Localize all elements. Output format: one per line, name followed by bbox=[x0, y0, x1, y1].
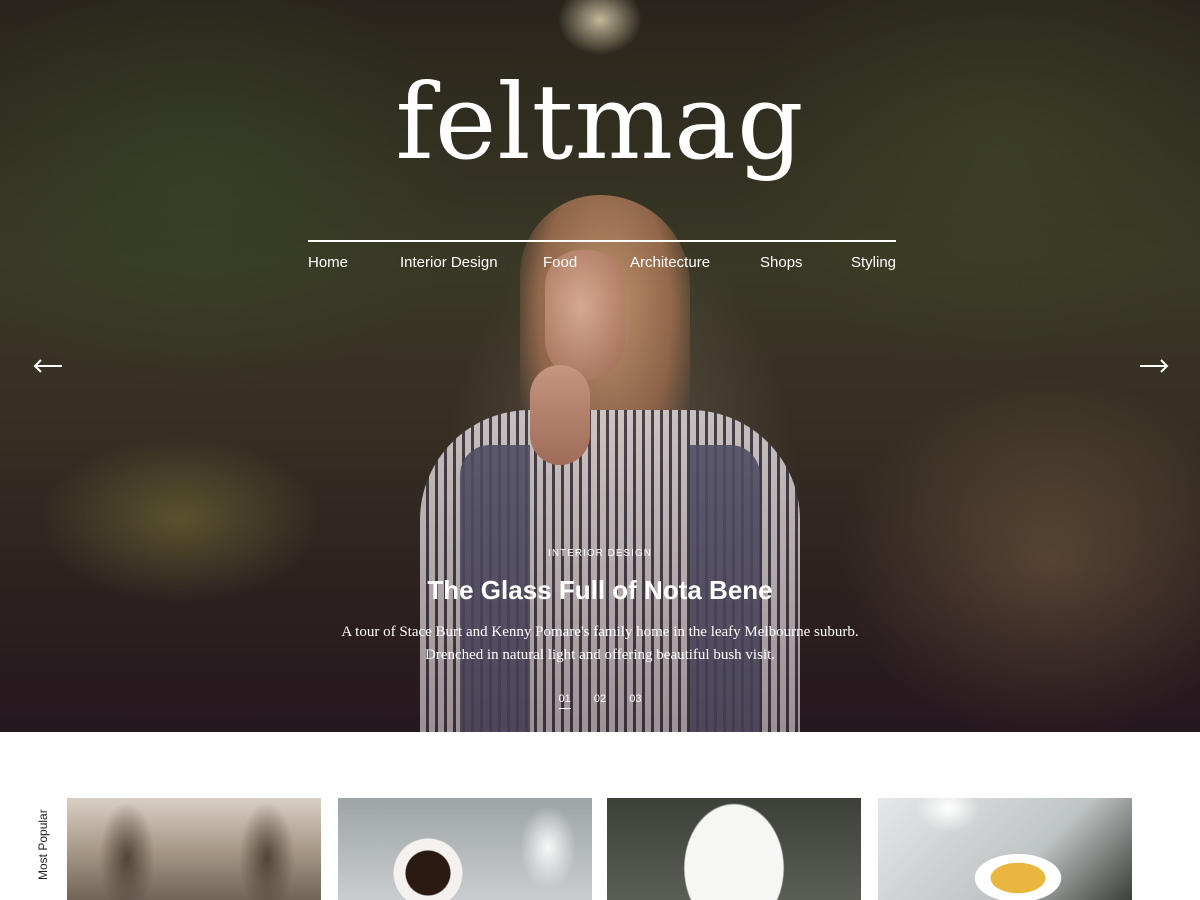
most-popular-label: Most Popular bbox=[36, 809, 50, 880]
slide-description: A tour of Stace Burt and Kenny Pomare's … bbox=[341, 624, 859, 663]
nav-item-architecture[interactable]: Architecture bbox=[630, 254, 710, 271]
hero-slider: feltmag Home Interior Design Food Archit… bbox=[0, 0, 1200, 732]
nav-item-food[interactable]: Food bbox=[543, 254, 577, 271]
site-logo[interactable]: feltmag bbox=[0, 70, 1200, 174]
nav-item-shops[interactable]: Shops bbox=[760, 254, 803, 271]
pager-item-1[interactable]: 01 bbox=[558, 693, 571, 709]
slider-prev-button[interactable] bbox=[32, 353, 64, 379]
pager-item-3[interactable]: 03 bbox=[629, 693, 641, 708]
nav-item-styling[interactable]: Styling bbox=[851, 254, 896, 271]
arrow-right-icon bbox=[1140, 359, 1169, 373]
slide-title[interactable]: The Glass Full of Nota Bene bbox=[0, 575, 1200, 606]
pager-item-2[interactable]: 02 bbox=[594, 693, 606, 708]
nav-item-interior-design[interactable]: Interior Design bbox=[400, 254, 498, 271]
slider-pager: 01 02 03 bbox=[0, 687, 1200, 709]
popular-card-tree-lined-road[interactable] bbox=[67, 798, 321, 900]
popular-card-tea-pouring[interactable] bbox=[878, 798, 1132, 900]
main-nav: Home Interior Design Food Architecture S… bbox=[308, 240, 896, 280]
popular-card-man-with-phone[interactable] bbox=[607, 798, 861, 900]
slide-category[interactable]: INTERIOR DESIGN bbox=[0, 548, 1200, 559]
popular-card-coffee-cup[interactable] bbox=[338, 798, 592, 900]
arrow-left-icon bbox=[33, 359, 62, 373]
nav-item-home[interactable]: Home bbox=[308, 254, 348, 271]
slider-next-button[interactable] bbox=[1138, 353, 1170, 379]
